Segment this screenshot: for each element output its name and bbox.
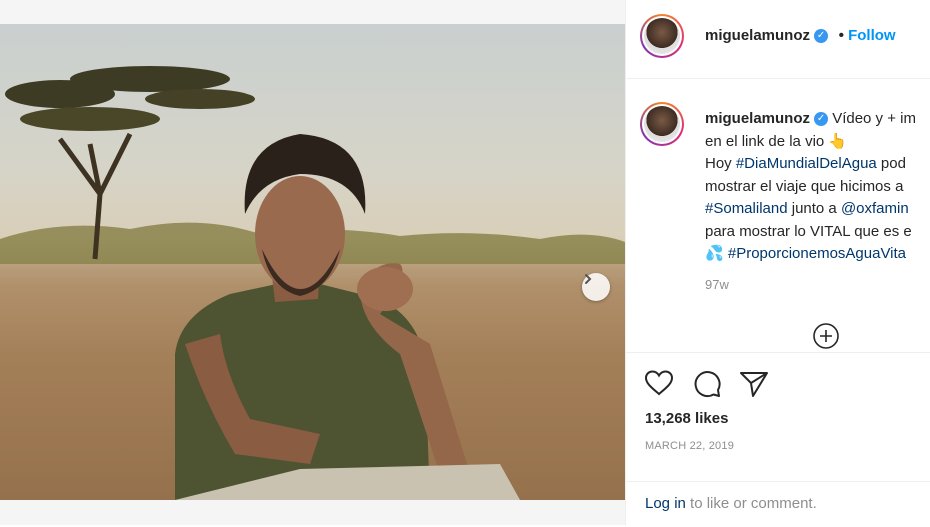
post-caption: miguelamunoz ✓ Vídeo y + im en el link de… [705,108,930,266]
hashtag-link[interactable]: #ProporcionemosAguaVita [724,245,906,262]
top-strip [0,0,625,24]
add-circle-icon [813,323,839,349]
avatar[interactable] [640,14,684,58]
header-user-row: miguelamunoz ✓ • Follow [705,27,896,45]
login-link[interactable]: Log in [645,495,686,512]
post-side-panel: miguelamunoz ✓ • Follow miguelamunoz ✓ Víde… [625,0,930,525]
caption-time: 97w [705,277,729,292]
caption-avatar[interactable] [640,102,684,146]
caption-line-3: Hoy #DiaMundialDelAgua pod [705,155,906,172]
likes-count[interactable]: 13,268 likes [645,410,728,427]
mention-link[interactable]: @oxfamin [841,200,909,217]
heart-icon [644,370,674,396]
carousel-next-button[interactable] [582,273,610,301]
verified-badge-icon: ✓ [814,112,829,127]
like-button[interactable] [644,369,674,402]
hashtag-link[interactable]: #DiaMundialDelAgua [736,155,877,172]
post-actions: 13,268 likes MARCH 22, 2019 Log in to li… [626,352,930,526]
chevron-right-icon [585,274,592,284]
caption-line-5: #Somaliland junto a @oxfamin [705,200,909,217]
share-button[interactable] [739,370,769,403]
comment-icon [694,371,721,398]
verified-badge-icon: ✓ [814,28,829,43]
share-icon [740,372,768,397]
photo-illustration [0,66,625,500]
caption-line-2: en el link de la vio 👆 [705,132,848,150]
follow-button[interactable]: Follow [848,27,896,44]
caption-line-4: mostrar el viaje que hicimos a [705,177,904,195]
header-username[interactable]: miguelamunoz [705,27,810,44]
caption-line-7: 💦 #ProporcionemosAguaVita [705,243,930,266]
droplets-emoji: 💦 [705,245,724,262]
post-header: miguelamunoz ✓ • Follow [626,0,930,79]
caption-line-6: para mostrar lo VITAL que es e [705,222,912,240]
hashtag-link[interactable]: #Somaliland [705,200,788,217]
follow-separator: • [838,27,845,44]
bottom-strip [0,500,625,525]
caption-line-1: Vídeo y + im [832,110,916,127]
profile-photo [644,18,680,54]
login-prompt-text: to like or comment. [685,495,817,512]
post-photo[interactable] [0,24,625,500]
post-date: MARCH 22, 2019 [645,440,735,452]
login-prompt: Log in to like or comment. [626,481,930,527]
load-more-comments-button[interactable] [812,322,840,355]
caption-profile-photo [644,106,680,142]
caption-username[interactable]: miguelamunoz [705,110,810,127]
comment-button[interactable] [692,369,722,404]
